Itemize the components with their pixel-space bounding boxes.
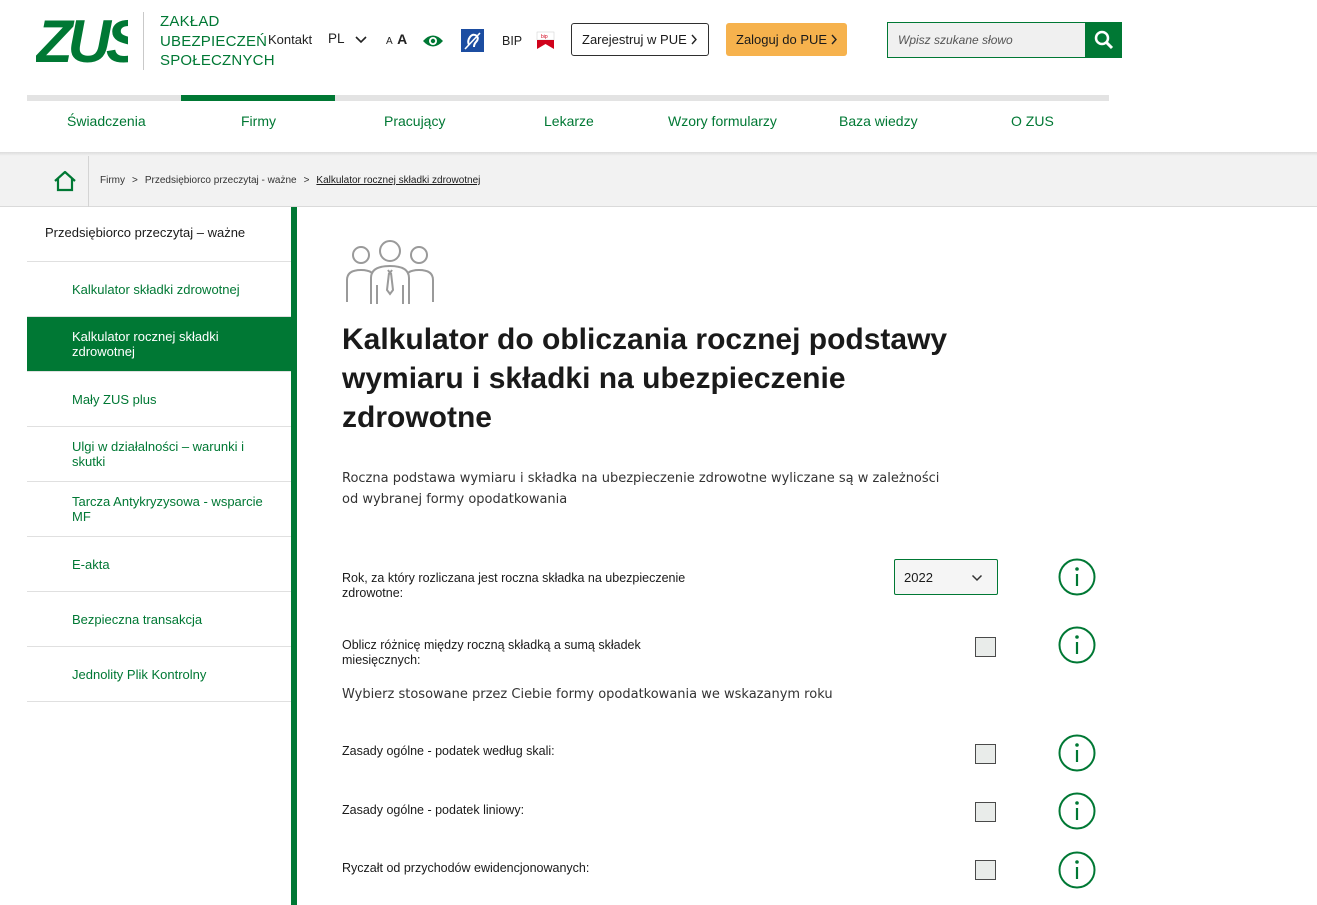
sidebar-item-label: Ulgi w działalności – warunki i skutki: [72, 439, 244, 469]
nav-item-firmy[interactable]: Firmy: [241, 113, 276, 129]
tax-option-checkbox-liniowy[interactable]: [975, 802, 996, 822]
language-select[interactable]: PL: [328, 31, 345, 46]
sidebar-item-label: Bezpieczna transakcja: [72, 611, 203, 627]
tax-forms-note: Wybierz stosowane przez Ciebie formy opo…: [342, 687, 833, 702]
people-group-icon: [346, 240, 434, 304]
search-input[interactable]: Wpisz szukane słowo: [887, 22, 1086, 58]
search-icon: [1094, 30, 1113, 50]
login-pue-button[interactable]: Zaloguj do PUE: [726, 23, 847, 56]
breadcrumb-current[interactable]: Kalkulator rocznej składki zdrowotnej: [316, 175, 480, 186]
chevron-down-icon: [971, 574, 983, 582]
contact-link[interactable]: Kontakt: [268, 32, 312, 47]
intro-text: Roczna podstawa wymiaru i składka na ube…: [342, 471, 940, 507]
register-pue-label: Zarejestruj w PUE: [582, 32, 687, 47]
sidebar-item-label: Jednolity Plik Kontrolny: [72, 666, 207, 682]
info-icon[interactable]: [1058, 626, 1096, 664]
svg-text:bip: bip: [541, 34, 548, 40]
sidebar-item-label: E-akta: [72, 556, 110, 572]
brand-name[interactable]: ZAKŁAD UBEZPIECZEŃ SPOŁECZNYCH: [143, 12, 275, 70]
breadcrumb-separator: >: [303, 175, 310, 186]
breadcrumb-separator: >: [132, 175, 138, 186]
sidebar-accent-bar: [291, 207, 297, 905]
search-placeholder: Wpisz szukane słowo: [898, 33, 1013, 47]
nav-item-o-zus[interactable]: O ZUS: [1011, 113, 1054, 129]
sidebar-item-bezpieczna-transakcja[interactable]: Bezpieczna transakcja: [27, 592, 291, 647]
font-big-button[interactable]: A: [397, 31, 407, 47]
sidebar: Przedsiębiorco przeczytaj – ważne Kalkul…: [27, 207, 291, 702]
sidebar-item-label: Kalkulator składki zdrowotnej: [72, 281, 240, 297]
year-question-label: Rok, za który rozliczana jest roczna skł…: [342, 571, 686, 600]
sidebar-item-kalkulator-rocznej[interactable]: Kalkulator rocznej składki zdrowotnej: [27, 317, 291, 372]
sidebar-item-tarcza[interactable]: Tarcza Antykryzysowa - wsparcie MF: [27, 482, 291, 537]
info-icon[interactable]: [1058, 734, 1096, 772]
brand-line-3: SPOŁECZNYCH: [160, 52, 275, 69]
main-nav-bar: [27, 95, 1109, 101]
login-pue-label: Zaloguj do PUE: [736, 32, 828, 47]
sidebar-item-maly-zus-plus[interactable]: Mały ZUS plus: [27, 372, 291, 427]
tax-option-label: Zasady ogólne - podatek liniowy:: [342, 803, 525, 817]
sidebar-item-e-akta[interactable]: E-akta: [27, 537, 291, 592]
register-pue-button[interactable]: Zarejestruj w PUE: [571, 23, 709, 56]
info-icon[interactable]: [1058, 558, 1096, 596]
search-button[interactable]: [1085, 22, 1122, 58]
sidebar-item-kalkulator-skladki[interactable]: Kalkulator składki zdrowotnej: [27, 262, 291, 317]
year-select[interactable]: 2022: [894, 559, 998, 595]
nav-item-baza-wiedzy[interactable]: Baza wiedzy: [839, 113, 918, 129]
difference-checkbox[interactable]: [975, 637, 996, 657]
tax-option-label: Ryczałt od przychodów ewidencjonowanych:: [342, 861, 590, 875]
brand-line-1: ZAKŁAD: [160, 13, 220, 30]
zus-logo[interactable]: ZUS: [36, 12, 128, 66]
bip-flag-icon[interactable]: bip: [535, 29, 556, 51]
sidebar-title[interactable]: Przedsiębiorco przeczytaj – ważne: [27, 207, 291, 262]
chevron-right-icon: [691, 34, 697, 45]
deaf-icon[interactable]: [461, 29, 484, 52]
nav-item-wzory-formularzy[interactable]: Wzory formularzy: [668, 113, 777, 129]
font-size-switch[interactable]: A A: [386, 31, 407, 49]
chevron-right-icon: [831, 34, 837, 45]
font-small-button[interactable]: A: [386, 36, 393, 47]
breadcrumb: Firmy > Przedsiębiorco przeczytaj - ważn…: [100, 175, 480, 186]
nav-item-pracujacy[interactable]: Pracujący: [384, 113, 445, 129]
breadcrumb-przedsiebiorco[interactable]: Przedsiębiorco przeczytaj - ważne: [145, 175, 297, 186]
sidebar-item-jpk[interactable]: Jednolity Plik Kontrolny: [27, 647, 291, 702]
bip-link[interactable]: BIP: [502, 34, 522, 48]
home-icon[interactable]: [53, 170, 77, 192]
sidebar-item-label: Tarcza Antykryzysowa - wsparcie MF: [72, 494, 263, 524]
breadcrumb-divider: [88, 156, 89, 207]
svg-text:ZUS: ZUS: [36, 12, 128, 66]
eye-icon[interactable]: [422, 33, 444, 49]
tax-option-checkbox-skala[interactable]: [975, 744, 996, 764]
nav-active-indicator: [181, 95, 335, 101]
chevron-down-icon[interactable]: [354, 35, 368, 44]
tax-option-checkbox-ryczalt[interactable]: [975, 860, 996, 880]
page-title: Kalkulator do obliczania rocznej podstaw…: [342, 323, 948, 434]
tax-option-label: Zasady ogólne - podatek według skali:: [342, 744, 555, 758]
breadcrumb-firmy[interactable]: Firmy: [100, 175, 125, 186]
sidebar-item-label: Kalkulator rocznej składki zdrowotnej: [72, 329, 219, 359]
nav-item-swiadczenia[interactable]: Świadczenia: [67, 113, 146, 129]
info-icon[interactable]: [1058, 792, 1096, 830]
info-icon[interactable]: [1058, 851, 1096, 889]
year-select-value: 2022: [904, 569, 933, 585]
difference-question-label: Oblicz różnicę między roczną składką a s…: [342, 638, 641, 667]
sidebar-item-label: Mały ZUS plus: [72, 391, 157, 407]
nav-item-lekarze[interactable]: Lekarze: [544, 113, 594, 129]
sidebar-item-ulgi[interactable]: Ulgi w działalności – warunki i skutki: [27, 427, 291, 482]
brand-line-2: UBEZPIECZEŃ: [160, 32, 268, 50]
